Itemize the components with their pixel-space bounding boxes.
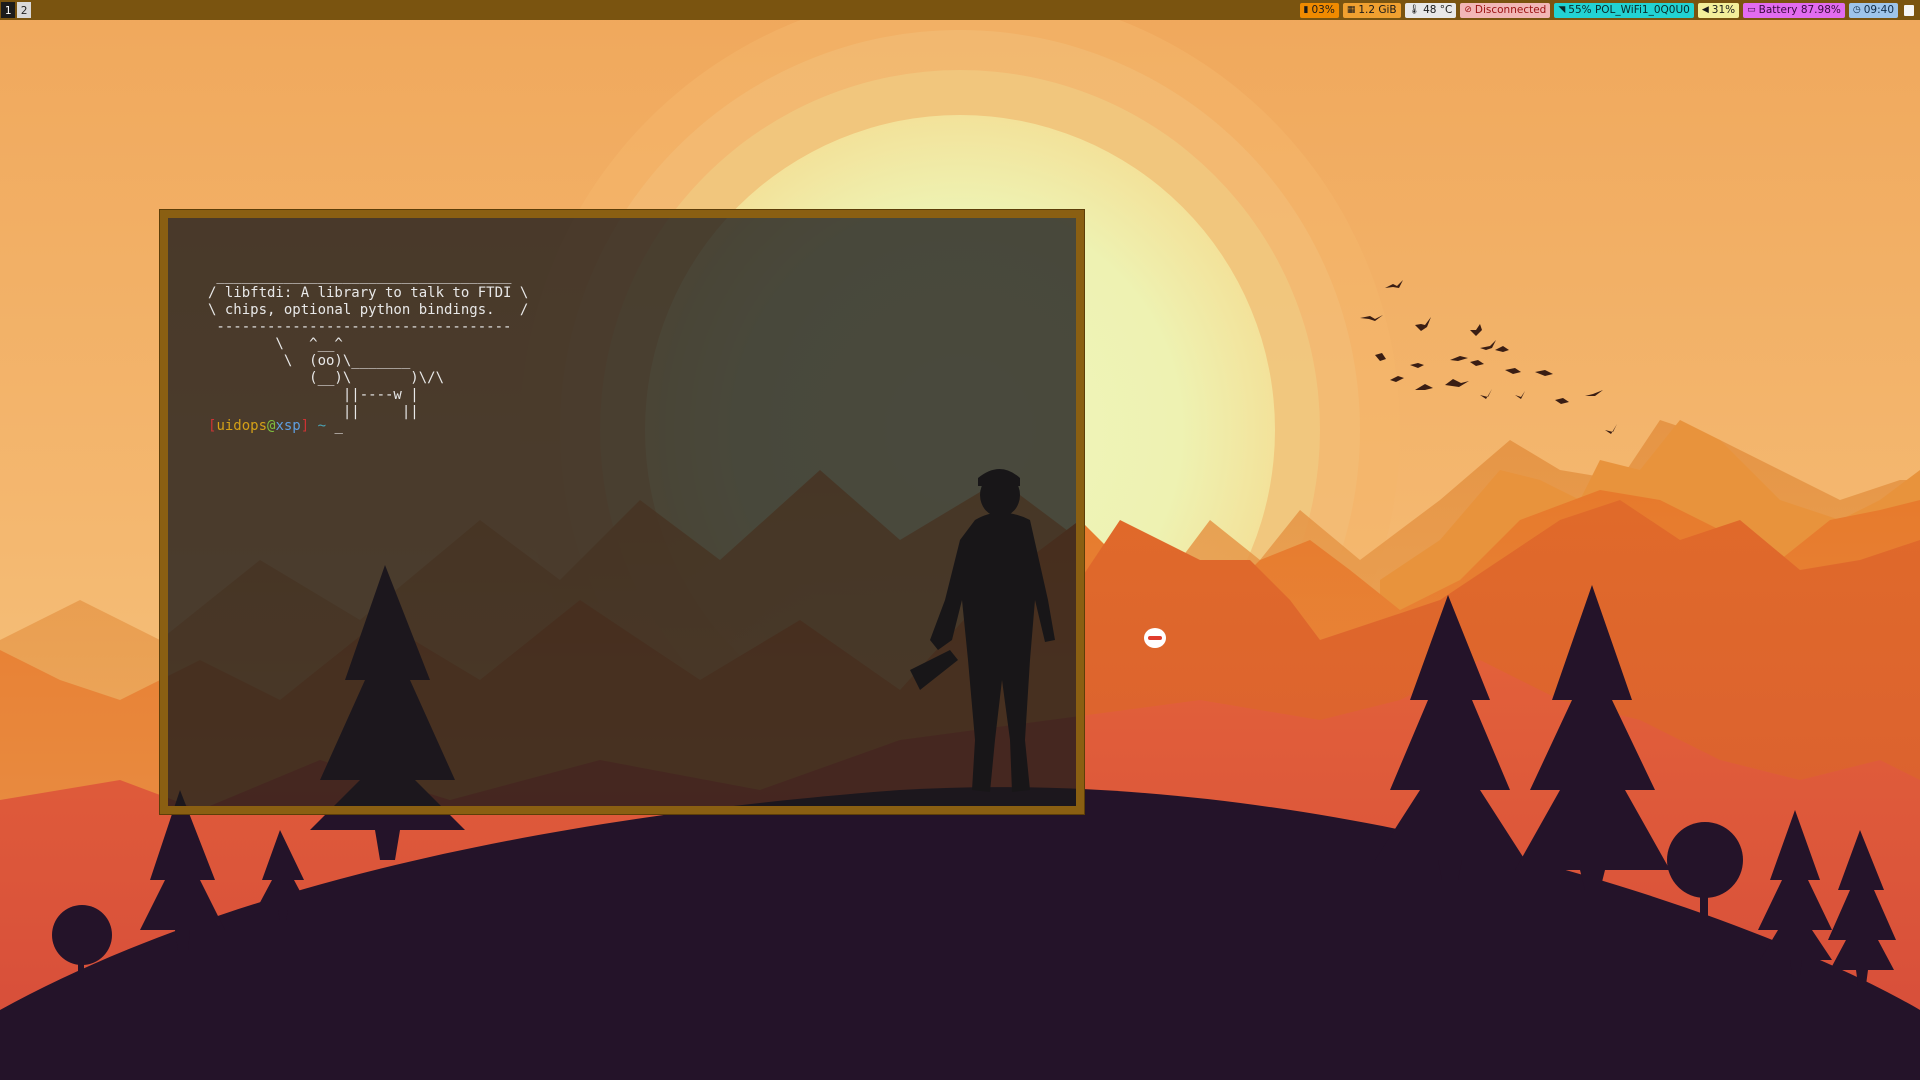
clock-icon: ◷ xyxy=(1852,4,1861,15)
cpu-usage-module[interactable]: ▮ 03% xyxy=(1299,2,1339,18)
thermometer-icon: 🌡 xyxy=(1408,4,1421,15)
terminal-output: ___________________________________ / li… xyxy=(208,268,529,420)
wifi-icon: ◥ xyxy=(1558,4,1566,15)
temperature-value: 48 °C xyxy=(1423,3,1453,16)
terminal-window[interactable]: ___________________________________ / li… xyxy=(160,210,1084,814)
prompt-path: ~ xyxy=(309,418,327,434)
prompt-close-bracket: ] xyxy=(300,418,310,434)
volume-icon: ◀ xyxy=(1701,4,1709,15)
clock-module[interactable]: ◷ 09:40 xyxy=(1848,2,1898,18)
ethernet-status: Disconnected xyxy=(1474,3,1547,16)
text-cursor: _ xyxy=(326,418,343,434)
notification-tray-icon[interactable] xyxy=(1904,4,1914,16)
cpu-icon: ▮ xyxy=(1303,4,1309,15)
battery-value: Battery 87.98% xyxy=(1758,3,1841,16)
cpu-usage-value: 03% xyxy=(1311,3,1335,16)
status-modules: ▮ 03% ▦ 1.2 GiB 🌡 48 °C ⊘ Disconnected ◥… xyxy=(1299,2,1920,18)
wifi-module[interactable]: ◥ 55% POL_WiFi1_0Q0U0 xyxy=(1554,2,1694,18)
workspace-switcher: 1 2 xyxy=(0,2,31,18)
wifi-status: 55% POL_WiFi1_0Q0U0 xyxy=(1568,3,1690,16)
volume-module[interactable]: ◀ 31% xyxy=(1697,2,1740,18)
prompt-host: xsp xyxy=(275,418,301,434)
mouse-cursor-indicator xyxy=(1144,628,1166,648)
workspace-2-button[interactable]: 2 xyxy=(17,2,31,18)
battery-icon: ▭ xyxy=(1747,4,1756,15)
clock-value: 09:40 xyxy=(1863,3,1894,16)
battery-module[interactable]: ▭ Battery 87.98% xyxy=(1743,2,1845,18)
top-status-bar: 1 2 ▮ 03% ▦ 1.2 GiB 🌡 48 °C ⊘ Disconnect… xyxy=(0,0,1920,20)
workspace-1-button[interactable]: 1 xyxy=(1,2,15,18)
memory-icon: ▦ xyxy=(1346,4,1356,15)
volume-value: 31% xyxy=(1711,3,1736,16)
shell-prompt[interactable]: [uidops@xsp] ~ _ xyxy=(208,418,343,435)
ethernet-module[interactable]: ⊘ Disconnected xyxy=(1460,2,1551,18)
memory-value: 1.2 GiB xyxy=(1358,3,1397,16)
ethernet-icon: ⊘ xyxy=(1464,4,1472,15)
memory-module[interactable]: ▦ 1.2 GiB xyxy=(1342,2,1401,18)
temperature-module[interactable]: 🌡 48 °C xyxy=(1404,2,1457,18)
prompt-user: uidops xyxy=(216,418,268,434)
